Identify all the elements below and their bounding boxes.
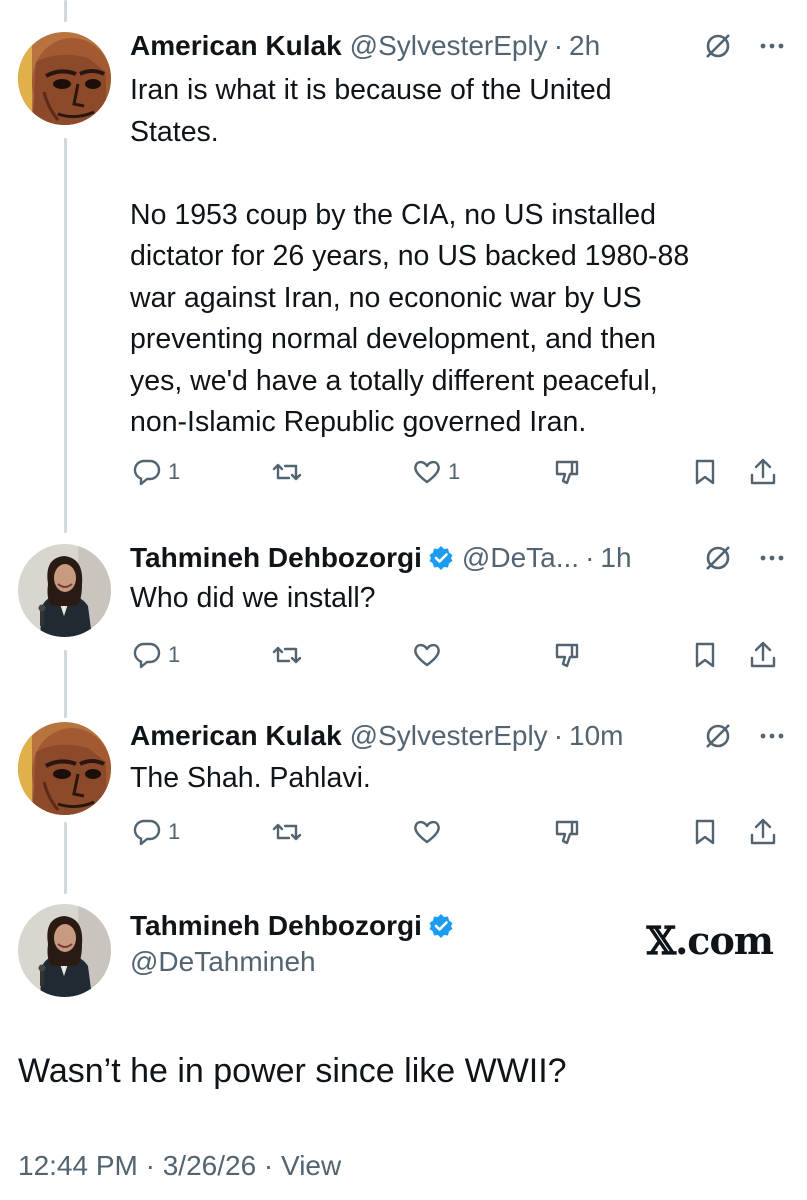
author-handle[interactable]: @SylvesterEply [350,720,548,752]
author-name[interactable]: Tahmineh Dehbozorgi [130,910,422,942]
bookmark-button[interactable] [688,638,722,672]
reply-count: 1 [168,459,181,484]
more-icon[interactable] [757,543,787,573]
verified-badge-icon [429,546,453,570]
repost-button[interactable] [270,455,304,489]
heart-icon [414,820,440,844]
heart-icon [414,643,440,667]
share-button[interactable] [746,455,780,489]
post-time[interactable]: 10m [569,720,623,752]
post-time[interactable]: 2h [569,30,600,62]
repost-button[interactable] [270,815,304,849]
bookmark-icon [695,642,715,668]
author-name[interactable]: American Kulak [130,720,342,752]
thread-line-1 [64,138,67,533]
repost-icon [272,823,302,841]
downvote-icon [555,643,579,668]
reply-count: 1 [168,642,181,667]
reply-icon [133,642,161,669]
reply-count: 1 [168,819,181,844]
more-icon[interactable] [757,31,787,61]
thread-line-top [64,0,67,22]
author-name[interactable]: American Kulak [130,30,342,62]
more-icon[interactable] [757,721,787,751]
post-timestamp[interactable]: 12:44 PM · 3/26/26 · View [18,1150,341,1182]
author-handle[interactable]: @DeTa... [462,542,579,574]
dislike-button[interactable] [550,455,584,489]
action-bar: 1 [130,815,790,855]
like-count: 1 [448,459,461,484]
avatar[interactable] [18,722,111,815]
x-logo-watermark: 𝕏.com [646,918,774,963]
thread-line-2 [64,650,67,718]
reply-icon [133,819,161,846]
author-name[interactable]: Tahmineh Dehbozorgi [130,542,422,574]
tweet-text: Who did we install? [130,582,376,614]
author-handle[interactable]: @SylvesterEply [350,30,548,62]
bookmark-icon [695,459,715,485]
reply-button[interactable]: 1 [130,455,180,489]
bookmark-button[interactable] [688,455,722,489]
avatar[interactable] [18,904,111,997]
reply-button[interactable]: 1 [130,638,180,672]
share-icon [750,641,776,668]
heart-icon [414,460,440,484]
reply-button[interactable]: 1 [130,815,180,849]
share-icon [750,818,776,845]
like-button[interactable] [410,638,444,672]
grok-icon[interactable] [703,31,733,61]
avatar[interactable] [18,32,111,125]
repost-icon [272,463,302,481]
focal-tweet-text: Wasn’t he in power since like WWII? [18,1052,567,1090]
dislike-button[interactable] [550,638,584,672]
speaker-photo-avatar [18,904,111,997]
share-icon [750,458,776,485]
share-button[interactable] [746,638,780,672]
dislike-button[interactable] [550,815,584,849]
grok-icon[interactable] [703,721,733,751]
speaker-photo-avatar [18,544,111,637]
tweet-text: Iran is what it is because of the United… [130,74,690,438]
like-button[interactable]: 1 [410,455,460,489]
like-button[interactable] [410,815,444,849]
post-time[interactable]: 1h [600,542,631,574]
repost-button[interactable] [270,638,304,672]
action-bar: 1 [130,638,790,678]
tweet-text: The Shah. Pahlavi. [130,762,371,794]
reply-icon [133,459,161,486]
share-button[interactable] [746,815,780,849]
thread-line-3 [64,822,67,894]
verified-badge-icon [429,914,453,938]
bookmark-button[interactable] [688,815,722,849]
downvote-icon [555,460,579,485]
bookmark-icon [695,819,715,845]
grok-icon[interactable] [703,543,733,573]
avatar[interactable] [18,544,111,637]
repost-icon [272,646,302,664]
icon-portrait-avatar [18,32,111,125]
icon-portrait-avatar [18,722,111,815]
action-bar: 1 1 [130,455,790,495]
downvote-icon [555,820,579,845]
